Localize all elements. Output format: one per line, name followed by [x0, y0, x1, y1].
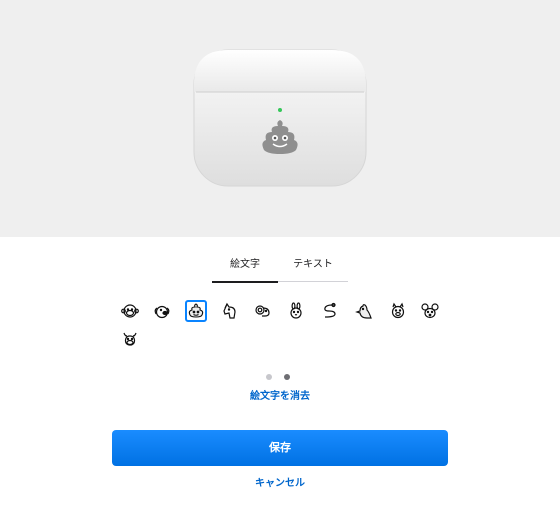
horse-face-icon[interactable]: [219, 300, 241, 322]
rabbit-face-icon[interactable]: [285, 300, 307, 322]
clear-emoji-link[interactable]: 絵文字を消去: [200, 390, 360, 404]
airpods-case-image: [193, 49, 367, 187]
tab-text[interactable]: テキスト: [278, 256, 348, 282]
ram-icon[interactable]: [251, 300, 273, 322]
save-button[interactable]: 保存: [112, 430, 448, 466]
tab-emoji[interactable]: 絵文字: [212, 256, 278, 283]
rooster-icon[interactable]: [353, 300, 375, 322]
cow-face-icon[interactable]: [119, 328, 141, 350]
dog-face-icon[interactable]: [151, 300, 173, 322]
emoji-page-indicator: [266, 374, 296, 382]
pile-of-poo-icon[interactable]: [185, 300, 207, 322]
emoji-picker: [117, 298, 447, 356]
status-light: [278, 108, 282, 112]
page-dot-2[interactable]: [284, 374, 290, 380]
mouse-face-icon[interactable]: [419, 300, 441, 322]
cancel-link[interactable]: キャンセル: [200, 477, 360, 491]
page-dot-1[interactable]: [266, 374, 272, 380]
engraving-preview: [0, 0, 560, 237]
monkey-face-icon[interactable]: [119, 300, 141, 322]
pig-face-icon[interactable]: [387, 300, 409, 322]
engraving-type-tabs: 絵文字 テキスト: [212, 256, 348, 283]
snake-icon[interactable]: [319, 300, 341, 322]
